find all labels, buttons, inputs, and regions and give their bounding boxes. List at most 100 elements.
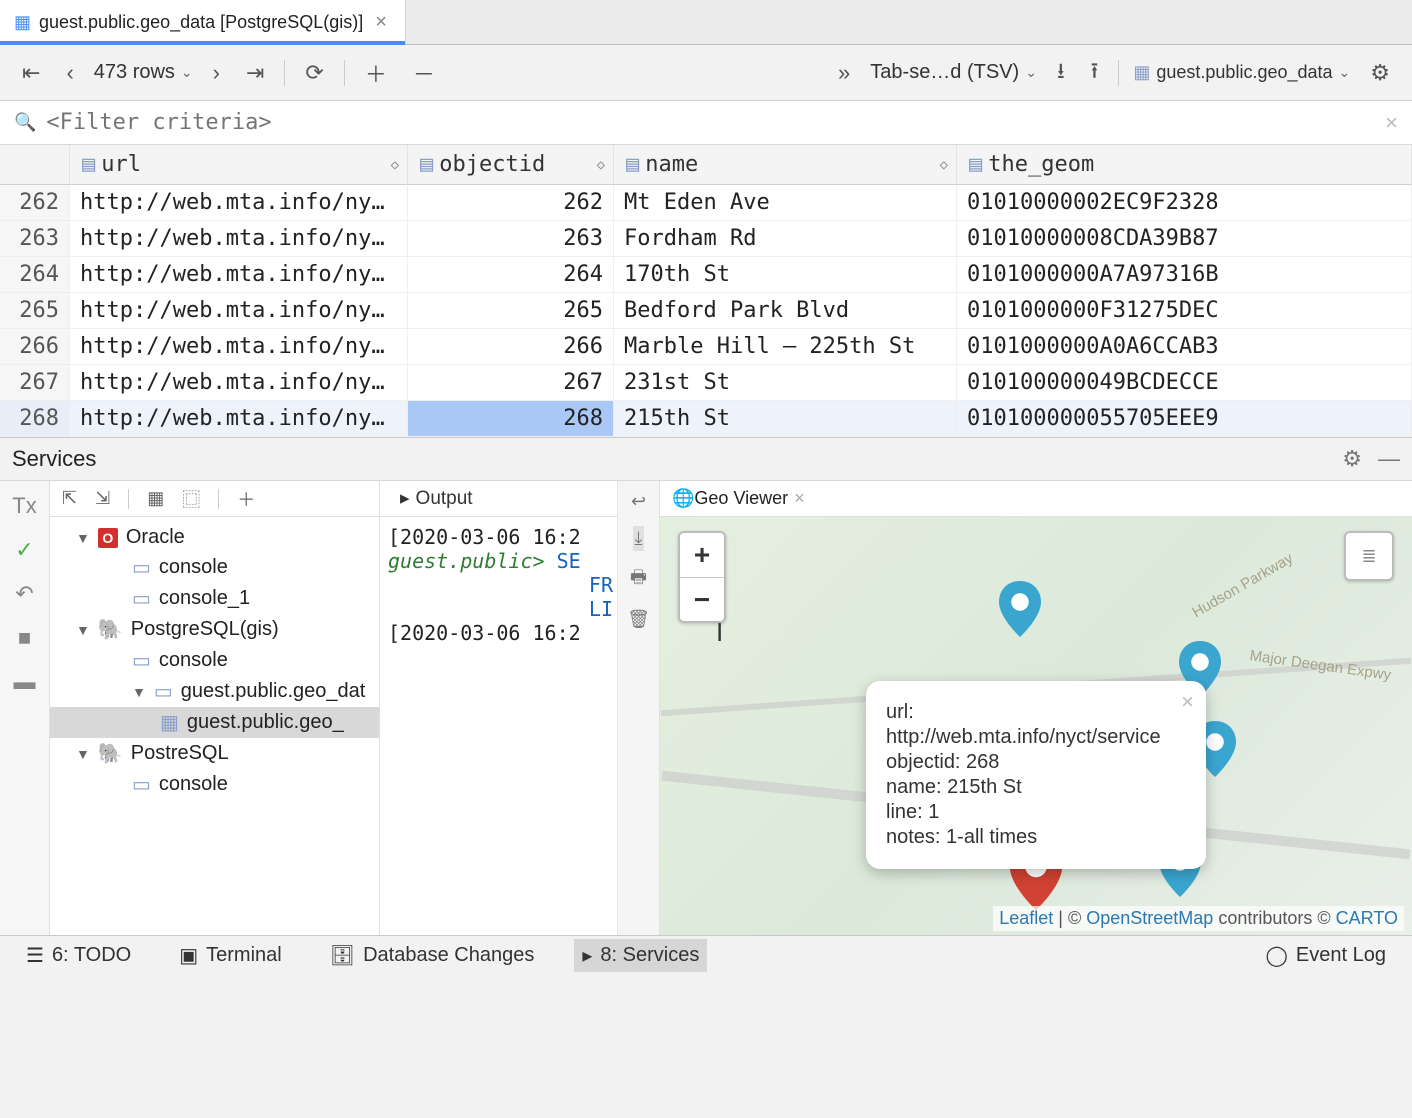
cell-geom[interactable]: 0101000000F31275DEC bbox=[957, 293, 1412, 329]
zoom-in-button[interactable]: + bbox=[680, 533, 724, 577]
sort-icon[interactable]: ◇ bbox=[597, 157, 605, 173]
scroll-icon[interactable]: ⤓ bbox=[633, 526, 645, 551]
row-count-dropdown[interactable]: 473 rows ⌄ bbox=[94, 61, 193, 84]
cell-url[interactable]: http://web.mta.info/ny… bbox=[70, 329, 408, 365]
next-page-button[interactable]: › bbox=[207, 58, 226, 88]
output-console[interactable]: [2020-03-06 16:2 guest.public> SE FR LI … bbox=[380, 517, 617, 935]
cell-name[interactable]: 215th St bbox=[614, 401, 957, 437]
trash-icon[interactable]: 🗑 bbox=[627, 609, 650, 630]
datasource-dropdown[interactable]: ▦ guest.public.geo_data ⌄ bbox=[1133, 62, 1350, 83]
first-page-button[interactable]: ⇤ bbox=[16, 58, 46, 88]
minimize-icon[interactable]: — bbox=[1378, 446, 1400, 472]
more-button[interactable]: » bbox=[832, 58, 856, 88]
osm-link[interactable]: OpenStreetMap bbox=[1086, 908, 1213, 928]
cell-name[interactable]: 231st St bbox=[614, 365, 957, 401]
cell-url[interactable]: http://web.mta.info/ny… bbox=[70, 257, 408, 293]
map-canvas[interactable]: Hudson Parkway Major Deegan Expwy + − ≣ … bbox=[660, 517, 1412, 935]
tree-node-console[interactable]: ▭console bbox=[50, 645, 379, 676]
column-header-objectid[interactable]: ▤objectid◇ bbox=[408, 145, 614, 185]
grid-icon[interactable]: ▦ bbox=[147, 488, 164, 509]
cell-url[interactable]: http://web.mta.info/ny… bbox=[70, 185, 408, 221]
tab-geo-data[interactable]: ▦ guest.public.geo_data [PostgreSQL(gis)… bbox=[0, 0, 406, 44]
column-header-geom[interactable]: ▤the_geom bbox=[957, 145, 1412, 185]
cell-url[interactable]: http://web.mta.info/ny… bbox=[70, 221, 408, 257]
wrap-icon[interactable]: ↩ bbox=[631, 491, 646, 512]
tree-node-console[interactable]: ▭console bbox=[50, 769, 379, 800]
map-marker[interactable] bbox=[998, 581, 1042, 637]
cell-geom[interactable]: 01010000008CDA39B87 bbox=[957, 221, 1412, 257]
terminal-tab[interactable]: ▣Terminal bbox=[171, 939, 289, 972]
cell-geom[interactable]: 0101000000A0A6CCAB3 bbox=[957, 329, 1412, 365]
cell-geom[interactable]: 01010000002EC9F2328 bbox=[957, 185, 1412, 221]
column-header-url[interactable]: ▤url◇ bbox=[70, 145, 408, 185]
filter-input[interactable] bbox=[46, 110, 1375, 135]
layers-button[interactable]: ≣ bbox=[1344, 531, 1394, 581]
cell-objectid[interactable]: 263 bbox=[408, 221, 614, 257]
tree-label: PostreSQL bbox=[131, 742, 229, 765]
cell-objectid[interactable]: 267 bbox=[408, 365, 614, 401]
add-row-button[interactable]: ＋ bbox=[359, 55, 393, 91]
tree-node-oracle[interactable]: ▼OOracle bbox=[50, 523, 379, 552]
stop-icon[interactable]: ■ bbox=[18, 625, 31, 651]
gear-icon[interactable]: ⚙ bbox=[1342, 446, 1362, 472]
cell-geom[interactable]: 010100000049BCDECCE bbox=[957, 365, 1412, 401]
close-icon[interactable]: × bbox=[1181, 689, 1194, 715]
panel-icon[interactable]: ⿴ bbox=[182, 486, 200, 512]
collapse-icon[interactable]: ⇲ bbox=[95, 488, 110, 509]
cell-objectid[interactable]: 262 bbox=[408, 185, 614, 221]
print-icon[interactable]: 🖶 bbox=[630, 565, 647, 595]
cell-url[interactable]: http://web.mta.info/ny… bbox=[70, 401, 408, 437]
tree-node-geo-data-table[interactable]: ▦guest.public.geo_ bbox=[50, 707, 379, 738]
add-icon[interactable]: ＋ bbox=[237, 486, 255, 512]
tree-node-console[interactable]: ▭console_1 bbox=[50, 583, 379, 614]
leaflet-link[interactable]: Leaflet bbox=[999, 908, 1053, 928]
cell-geom[interactable]: 010100000055705EEE9 bbox=[957, 401, 1412, 437]
console-icon: ▭ bbox=[132, 772, 151, 797]
tree-node-console[interactable]: ▭console bbox=[50, 552, 379, 583]
sort-icon[interactable]: ◇ bbox=[391, 157, 399, 173]
last-page-button[interactable]: ⇥ bbox=[240, 58, 270, 88]
cell-url[interactable]: http://web.mta.info/ny… bbox=[70, 365, 408, 401]
export-format-dropdown[interactable]: Tab-se…d (TSV) ⌄ bbox=[870, 61, 1037, 84]
cell-objectid[interactable]: 268 bbox=[408, 401, 614, 437]
cell-name[interactable]: Fordham Rd bbox=[614, 221, 957, 257]
carto-link[interactable]: CARTO bbox=[1336, 908, 1398, 928]
tree-node-postgres-gis[interactable]: ▼🐘PostgreSQL(gis) bbox=[50, 614, 379, 645]
services-tab[interactable]: ▸8: Services bbox=[574, 939, 707, 972]
db-changes-tab[interactable]: 🗄Database Changes bbox=[322, 939, 543, 972]
layout-icon[interactable]: ▬ bbox=[14, 669, 36, 695]
close-icon[interactable]: × bbox=[788, 488, 805, 508]
tree-node-postgres[interactable]: ▼🐘PostreSQL bbox=[50, 738, 379, 769]
cell-name[interactable]: Bedford Park Blvd bbox=[614, 293, 957, 329]
prev-page-button[interactable]: ‹ bbox=[60, 58, 79, 88]
settings-button[interactable]: ⚙ bbox=[1364, 58, 1396, 88]
tree-node-geo-data[interactable]: ▼▭guest.public.geo_dat bbox=[50, 676, 379, 707]
oracle-icon: O bbox=[98, 528, 118, 548]
popup-value: objectid: 268 bbox=[886, 751, 1186, 774]
geo-viewer-tab[interactable]: 🌐Geo Viewer× bbox=[672, 488, 805, 509]
reload-button[interactable]: ⟳ bbox=[299, 58, 329, 88]
event-log-tab[interactable]: ◯Event Log bbox=[1258, 939, 1394, 972]
transaction-icon[interactable]: Tx bbox=[12, 493, 36, 519]
zoom-out-button[interactable]: − bbox=[680, 577, 724, 621]
expand-icon[interactable]: ⇱ bbox=[62, 488, 77, 509]
clear-filter-icon[interactable]: × bbox=[1385, 110, 1398, 136]
sort-icon[interactable]: ◇ bbox=[940, 157, 948, 173]
cell-name[interactable]: Marble Hill – 225th St bbox=[614, 329, 957, 365]
cell-url[interactable]: http://web.mta.info/ny… bbox=[70, 293, 408, 329]
cell-name[interactable]: 170th St bbox=[614, 257, 957, 293]
close-icon[interactable]: × bbox=[371, 11, 391, 34]
rollback-icon[interactable]: ↶ bbox=[15, 581, 33, 607]
remove-row-button[interactable]: － bbox=[407, 55, 441, 91]
download-button[interactable]: ⭳ bbox=[1051, 52, 1071, 94]
cell-objectid[interactable]: 264 bbox=[408, 257, 614, 293]
commit-icon[interactable]: ✓ bbox=[15, 537, 33, 563]
cell-objectid[interactable]: 266 bbox=[408, 329, 614, 365]
cell-name[interactable]: Mt Eden Ave bbox=[614, 185, 957, 221]
output-tab[interactable]: ▸Output bbox=[390, 483, 483, 514]
upload-button[interactable]: ⭱ bbox=[1085, 52, 1105, 94]
todo-tab[interactable]: ☰6: TODO bbox=[18, 939, 139, 972]
column-header-name[interactable]: ▤name◇ bbox=[614, 145, 957, 185]
cell-objectid[interactable]: 265 bbox=[408, 293, 614, 329]
cell-geom[interactable]: 0101000000A7A97316B bbox=[957, 257, 1412, 293]
